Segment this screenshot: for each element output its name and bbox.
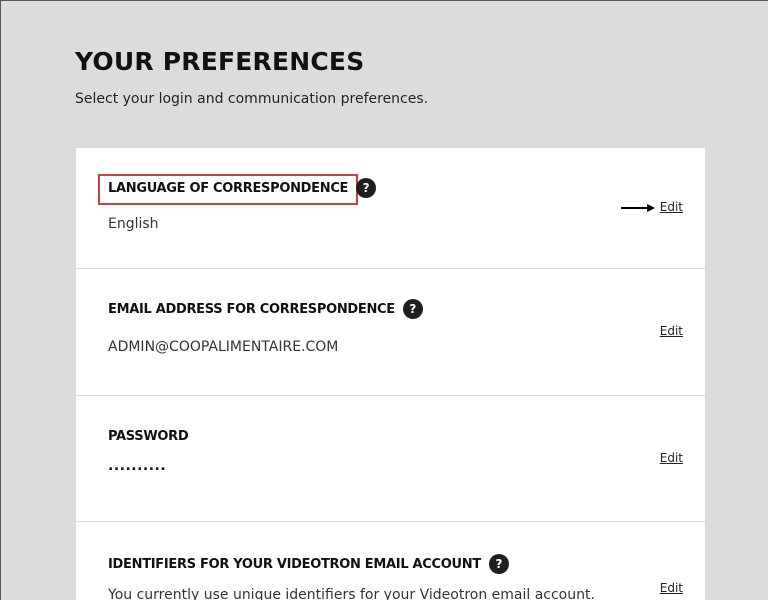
email-value: ADMIN@COOPALIMENTAIRE.COM xyxy=(108,339,339,355)
password-value: .......... xyxy=(108,458,167,474)
help-icon[interactable]: ? xyxy=(488,554,509,574)
help-icon[interactable]: ? xyxy=(356,178,377,198)
edit-language-link[interactable]: Edit xyxy=(660,200,683,214)
edit-identifiers-link[interactable]: Edit xyxy=(660,581,683,595)
language-value: English xyxy=(108,216,159,232)
section-language: LANGUAGE OF CORRESPONDENCE ? English Edi… xyxy=(76,148,705,269)
help-icon[interactable]: ? xyxy=(402,299,423,319)
email-title: EMAIL ADDRESS FOR CORRESPONDENCE ? xyxy=(108,299,423,319)
section-password: PASSWORD .......... Edit xyxy=(76,396,705,522)
language-title-label: LANGUAGE OF CORRESPONDENCE xyxy=(108,180,349,196)
page-subtitle: Select your login and communication pref… xyxy=(75,91,429,107)
page-title: YOUR PREFERENCES xyxy=(75,47,365,76)
edit-password-link[interactable]: Edit xyxy=(660,451,683,465)
identifiers-title-label: IDENTIFIERS FOR YOUR VIDEOTRON EMAIL ACC… xyxy=(108,556,481,572)
identifiers-title: IDENTIFIERS FOR YOUR VIDEOTRON EMAIL ACC… xyxy=(108,554,509,574)
password-title-label: PASSWORD xyxy=(108,429,189,444)
edit-email-link[interactable]: Edit xyxy=(660,324,683,338)
identifiers-value: You currently use unique identifiers for… xyxy=(108,587,595,600)
section-identifiers: IDENTIFIERS FOR YOUR VIDEOTRON EMAIL ACC… xyxy=(76,522,705,600)
email-title-label: EMAIL ADDRESS FOR CORRESPONDENCE xyxy=(108,301,395,317)
password-title: PASSWORD xyxy=(108,429,189,444)
language-title: LANGUAGE OF CORRESPONDENCE ? xyxy=(108,178,377,198)
preferences-card: LANGUAGE OF CORRESPONDENCE ? English Edi… xyxy=(76,148,705,600)
section-email: EMAIL ADDRESS FOR CORRESPONDENCE ? ADMIN… xyxy=(76,269,705,396)
arrow-right-icon xyxy=(621,204,655,212)
